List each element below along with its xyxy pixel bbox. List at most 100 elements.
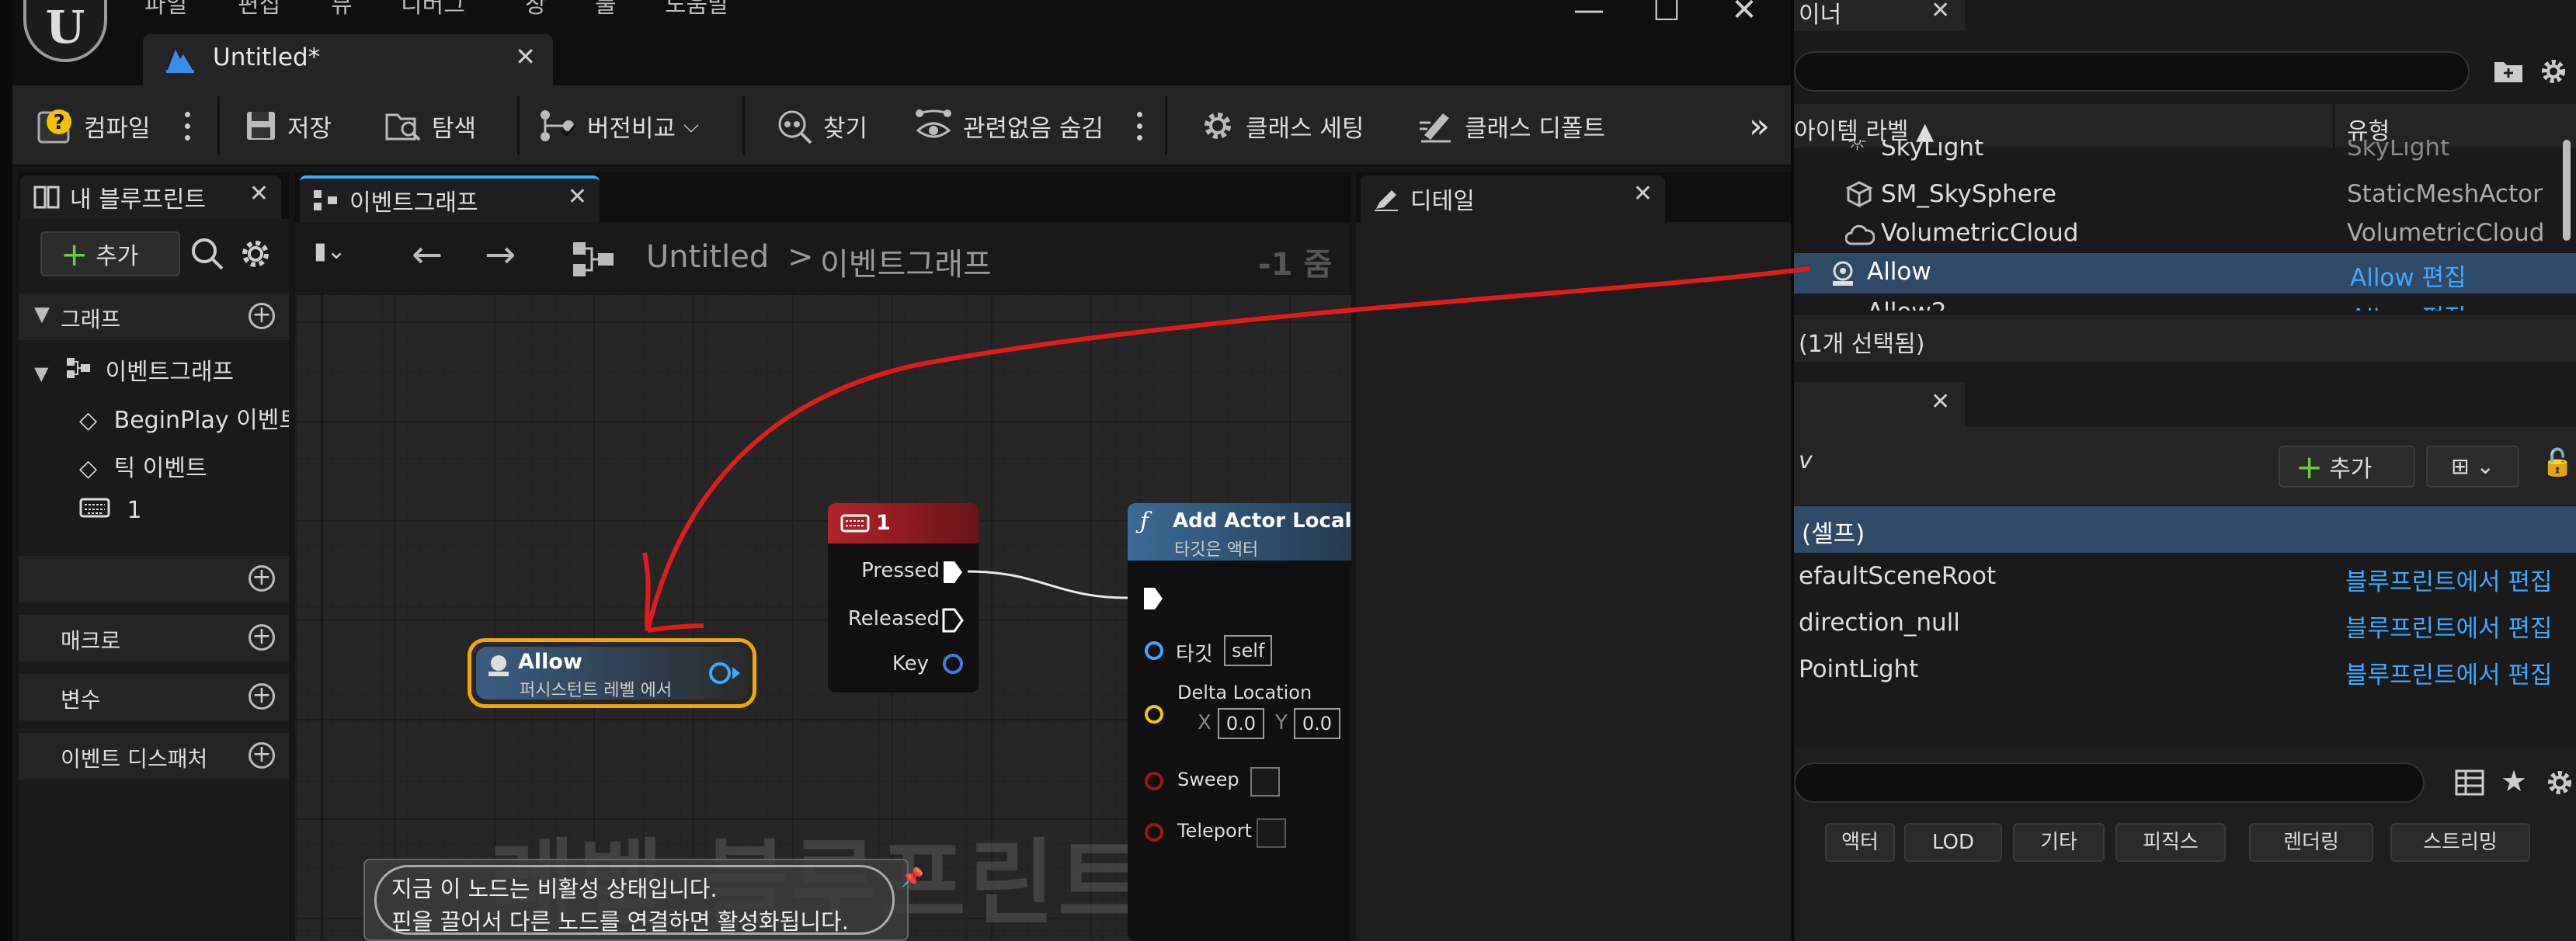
edit-in-blueprint-link[interactable]: 블루프린트에서 편집 <box>2345 562 2553 597</box>
sweep-checkbox[interactable] <box>1250 767 1280 797</box>
component-row[interactable]: direction_null 블루프린트에서 편집 <box>1794 604 2576 644</box>
close-window-button[interactable]: ✕ <box>1713 0 1775 26</box>
menu-tools[interactable]: 툴 <box>595 0 617 19</box>
teleport-checkbox[interactable] <box>1257 818 1286 848</box>
add-dispatcher-icon[interactable]: + <box>249 742 275 769</box>
tree-item-beginplay[interactable]: ◇ BeginPlay 이벤트 <box>79 401 289 435</box>
target-pin[interactable] <box>1145 641 1163 660</box>
back-arrow-icon[interactable]: ← <box>412 233 443 276</box>
property-search-input[interactable] <box>1794 762 2425 803</box>
menu-debug[interactable]: 디버그 <box>401 0 465 19</box>
menu-edit[interactable]: 편집 <box>238 0 280 19</box>
tree-item-tick[interactable]: ◇ 틱 이벤트 <box>79 449 207 483</box>
hide-unrelated-icon <box>916 109 951 138</box>
find-button[interactable]: 찾기 <box>775 104 867 148</box>
pin-note-icon[interactable]: 📌 <box>901 866 924 888</box>
filter-misc[interactable]: 기타 <box>2013 823 2105 862</box>
filter-streaming[interactable]: 스트리밍 <box>2390 823 2530 862</box>
event-graph-tab[interactable]: 이벤트그래프 ✕ <box>300 175 600 222</box>
menu-view[interactable]: 뷰 <box>331 0 353 19</box>
add-button[interactable]: + 추가 <box>40 231 180 276</box>
details-panel-tab[interactable]: ✕ <box>1794 382 1965 427</box>
add-variable-icon[interactable]: + <box>249 683 275 710</box>
macros-section-header[interactable]: 매크로 + <box>19 615 289 661</box>
maximize-button[interactable]: ☐ <box>1636 0 1698 26</box>
outliner-row[interactable]: Allow2 Allow 편집 <box>1794 293 2576 311</box>
graph-options-icon[interactable] <box>1137 109 1143 143</box>
add-component-button[interactable]: + 추가 <box>2279 446 2415 488</box>
filter-physics[interactable]: 피직스 <box>2115 823 2226 862</box>
edit-allow2-link[interactable]: Allow 편집 <box>2350 298 2466 311</box>
add-function-icon[interactable]: + <box>249 565 275 592</box>
add-macro-icon[interactable]: + <box>249 624 275 651</box>
add-folder-icon[interactable] <box>2493 57 2524 85</box>
component-row[interactable]: PointLight 블루프린트에서 편집 <box>1794 651 2576 691</box>
menu-window[interactable]: 창 <box>525 0 547 19</box>
toolbar-overflow-icon[interactable]: » <box>1749 104 1770 148</box>
details-tab[interactable]: 디테일 ✕ <box>1361 175 1665 222</box>
close-tab-icon[interactable]: ✕ <box>249 180 269 207</box>
outliner-row[interactable]: SM_SkySphere StaticMeshActor <box>1794 175 2576 216</box>
bookmark-icon[interactable]: ▮⌄ <box>314 238 370 281</box>
graph-canvas[interactable]: 레벨 블루프린트 Allow 퍼시스턴트 레벨 에서 1 Pressed Rel… <box>295 222 1351 941</box>
close-tab-icon[interactable]: ✕ <box>1931 0 1950 24</box>
delta-location-pin[interactable] <box>1145 705 1163 724</box>
close-tab-icon[interactable]: ✕ <box>568 183 587 210</box>
sweep-pin[interactable] <box>1145 772 1163 790</box>
exec-input-pin[interactable] <box>1142 585 1165 612</box>
document-tab[interactable]: Untitled* ✕ <box>143 34 553 85</box>
hide-unrelated-button[interactable]: 관련없음 숨김 <box>913 104 1104 148</box>
menu-help[interactable]: 도움말 <box>665 0 729 19</box>
variables-section-header[interactable]: 변수 + <box>19 674 289 721</box>
search-icon[interactable] <box>189 236 225 272</box>
lock-icon[interactable]: 🔓 <box>2541 447 2574 478</box>
add-graph-icon[interactable]: + <box>249 303 275 329</box>
my-blueprint-tab[interactable]: 내 블루프린트 ✕ <box>20 175 281 219</box>
tree-item-event-graph[interactable]: ▼ 이벤트그래프 <box>34 352 234 387</box>
compile-button[interactable]: ? 컴파일 <box>36 104 151 148</box>
component-row[interactable]: efaultSceneRoot 블루프린트에서 편집 <box>1794 557 2576 598</box>
graphs-section-header[interactable]: ▼ 그래프 + <box>19 293 289 340</box>
add-actor-local-offset-node[interactable]: ƒ Add Actor Local O 타깃은 액터 타깃 self Delta… <box>1128 503 1351 941</box>
breadcrumb-leaf[interactable]: 이벤트그래프 <box>820 239 992 284</box>
functions-section-header[interactable]: + <box>19 556 289 602</box>
close-tab-icon[interactable]: ✕ <box>1633 180 1653 207</box>
edit-in-blueprint-link[interactable]: 블루프린트에서 편집 <box>2345 609 2553 644</box>
minimize-button[interactable]: — <box>1558 0 1620 26</box>
dispatchers-section-header[interactable]: 이벤트 디스패처 + <box>19 733 289 780</box>
class-defaults-button[interactable]: 클래스 디폴트 <box>1417 104 1605 148</box>
filter-lod[interactable]: LOD <box>1904 823 2002 862</box>
teleport-pin[interactable] <box>1145 823 1163 842</box>
table-view-icon[interactable] <box>2454 769 2485 797</box>
forward-arrow-icon[interactable]: → <box>485 233 516 276</box>
class-settings-button[interactable]: 클래스 세팅 <box>1199 104 1364 148</box>
y-value-field[interactable]: 0.0 <box>1294 708 1340 739</box>
diff-button[interactable]: 버전비교 ⌵ <box>537 104 699 148</box>
browse-button[interactable]: 탐색 <box>384 104 476 148</box>
component-self-row[interactable]: (셀프) <box>1794 506 2576 553</box>
outliner-row[interactable]: ☼ SkyLight SkyLight <box>1794 140 2576 169</box>
filter-rendering[interactable]: 렌더링 <box>2249 823 2373 862</box>
tree-item-key-1[interactable]: 1 <box>79 497 142 524</box>
star-icon[interactable]: ★ <box>2501 764 2527 798</box>
blueprint-options-dropdown[interactable]: ⊞ ⌄ <box>2426 446 2519 488</box>
save-button[interactable]: 저장 <box>244 104 332 148</box>
outliner-scrollbar[interactable] <box>2563 140 2571 241</box>
filter-actor[interactable]: 액터 <box>1825 823 1895 862</box>
outliner-search-input[interactable] <box>1794 51 2470 92</box>
edit-in-blueprint-link[interactable]: 블루프린트에서 편집 <box>2345 655 2553 690</box>
menu-file[interactable]: 파일 <box>144 0 187 19</box>
gear-icon[interactable] <box>2538 56 2569 87</box>
close-tab-icon[interactable]: ✕ <box>1931 388 1950 415</box>
outliner-row-selected[interactable]: Allow Allow 편집 <box>1794 253 2576 293</box>
target-self-value[interactable]: self <box>1224 635 1273 666</box>
x-value-field[interactable]: 0.0 <box>1218 708 1264 739</box>
gear-icon[interactable] <box>238 236 273 272</box>
gear-icon[interactable] <box>2544 767 2575 798</box>
outliner-row[interactable]: VolumetricCloud VolumetricCloud <box>1794 214 2576 255</box>
edit-allow-link[interactable]: Allow 편집 <box>2350 258 2466 293</box>
close-tab-icon[interactable]: ✕ <box>515 42 536 71</box>
outliner-tab[interactable]: 이너 ✕ <box>1794 0 1965 31</box>
breadcrumb-root[interactable]: Untitled <box>646 239 769 275</box>
compile-options-icon[interactable] <box>185 109 191 143</box>
